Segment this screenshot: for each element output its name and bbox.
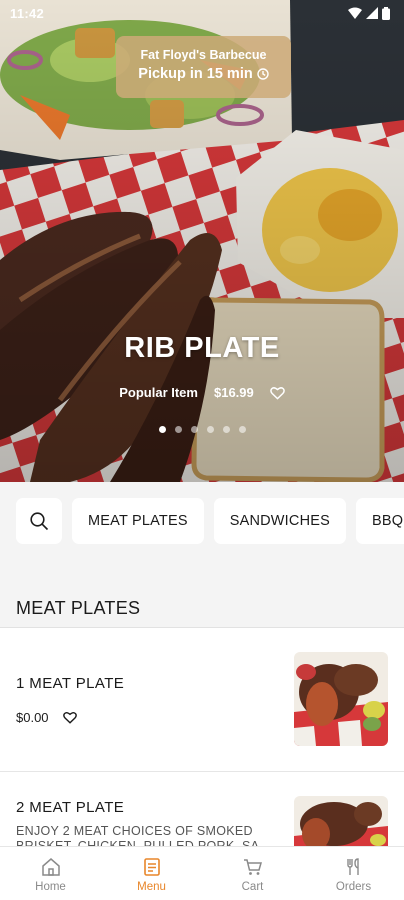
- carousel-dot[interactable]: [222, 426, 230, 433]
- nav-home-label: Home: [35, 880, 66, 893]
- nav-menu[interactable]: Menu: [101, 847, 202, 900]
- hero-banner[interactable]: 11:42 Fat Floyd's Barbecue Pickup in 15 …: [0, 0, 404, 482]
- carousel-dot[interactable]: [158, 426, 166, 433]
- category-chip-bbq[interactable]: BBQ: [356, 498, 404, 544]
- restaurant-name: Fat Floyd's Barbecue: [140, 48, 267, 62]
- pickup-time: Pickup in 15 min: [116, 66, 291, 82]
- menu-icon: [143, 857, 160, 876]
- search-button[interactable]: [16, 498, 62, 544]
- nav-menu-label: Menu: [137, 880, 166, 893]
- favorite-heart-icon[interactable]: [62, 711, 77, 724]
- carousel-dot[interactable]: [238, 426, 246, 433]
- menu-item[interactable]: 2 MEAT PLATE ENJOY 2 MEAT CHOICES OF SMO…: [0, 771, 404, 846]
- pickup-card[interactable]: Fat Floyd's Barbecue Pickup in 15 min: [116, 36, 291, 98]
- bottom-nav: Home Menu Cart Orders: [0, 846, 404, 900]
- carousel-dot[interactable]: [206, 426, 214, 433]
- hero-meta: Popular Item $16.99: [0, 385, 404, 400]
- status-bar: 11:42: [0, 0, 404, 26]
- favorite-heart-icon[interactable]: [269, 386, 285, 400]
- menu-item-name: 1 MEAT PLATE: [16, 675, 125, 692]
- carousel-dot[interactable]: [190, 426, 198, 433]
- nav-orders-label: Orders: [335, 880, 372, 893]
- nav-cart-label: Cart: [241, 880, 264, 893]
- section-title: MEAT PLATES: [16, 598, 141, 618]
- menu-item-price: $0.00: [16, 710, 49, 725]
- menu-item-description: ENJOY 2 MEAT CHOICES OF SMOKED BRISKET, …: [16, 824, 260, 846]
- category-bar: MEAT PLATES SANDWICHES BBQ: [0, 482, 404, 560]
- category-chip-sandwiches[interactable]: SANDWICHES: [213, 498, 346, 544]
- nav-cart[interactable]: Cart: [202, 847, 303, 900]
- menu-item-name: 2 MEAT PLATE: [16, 799, 125, 816]
- menu-item-price-row: $0.00: [16, 710, 77, 725]
- category-row: MEAT PLATES SANDWICHES BBQ: [16, 498, 404, 544]
- section-header: MEAT PLATES: [0, 560, 404, 628]
- battery-icon: [382, 6, 390, 20]
- nav-orders[interactable]: Orders: [303, 847, 404, 900]
- clock-icon: [257, 68, 269, 80]
- menu-item-image: [294, 652, 388, 746]
- wifi-icon: [348, 7, 362, 19]
- home-icon: [41, 857, 60, 876]
- status-icons: [348, 6, 390, 20]
- orders-icon: [346, 857, 359, 875]
- search-icon: [30, 512, 49, 531]
- carousel-dots: [0, 426, 404, 433]
- signal-icon: [366, 7, 378, 19]
- cart-icon: [243, 858, 262, 875]
- menu-item[interactable]: 1 MEAT PLATE $0.00: [0, 628, 404, 771]
- menu-item-image: [294, 796, 388, 846]
- carousel-dot[interactable]: [174, 426, 182, 433]
- nav-home[interactable]: Home: [0, 847, 101, 900]
- hero-price: $16.99: [213, 385, 254, 400]
- menu-list: 1 MEAT PLATE $0.00 2 MEAT PLATE ENJOY 2 …: [0, 628, 404, 846]
- pickup-eta: Pickup in 15 min: [138, 66, 253, 82]
- hero-tag: Popular Item: [119, 385, 198, 400]
- hero-title: RIB PLATE: [124, 332, 280, 364]
- category-chip-meat-plates[interactable]: MEAT PLATES: [72, 498, 204, 544]
- status-time: 11:42: [10, 5, 45, 21]
